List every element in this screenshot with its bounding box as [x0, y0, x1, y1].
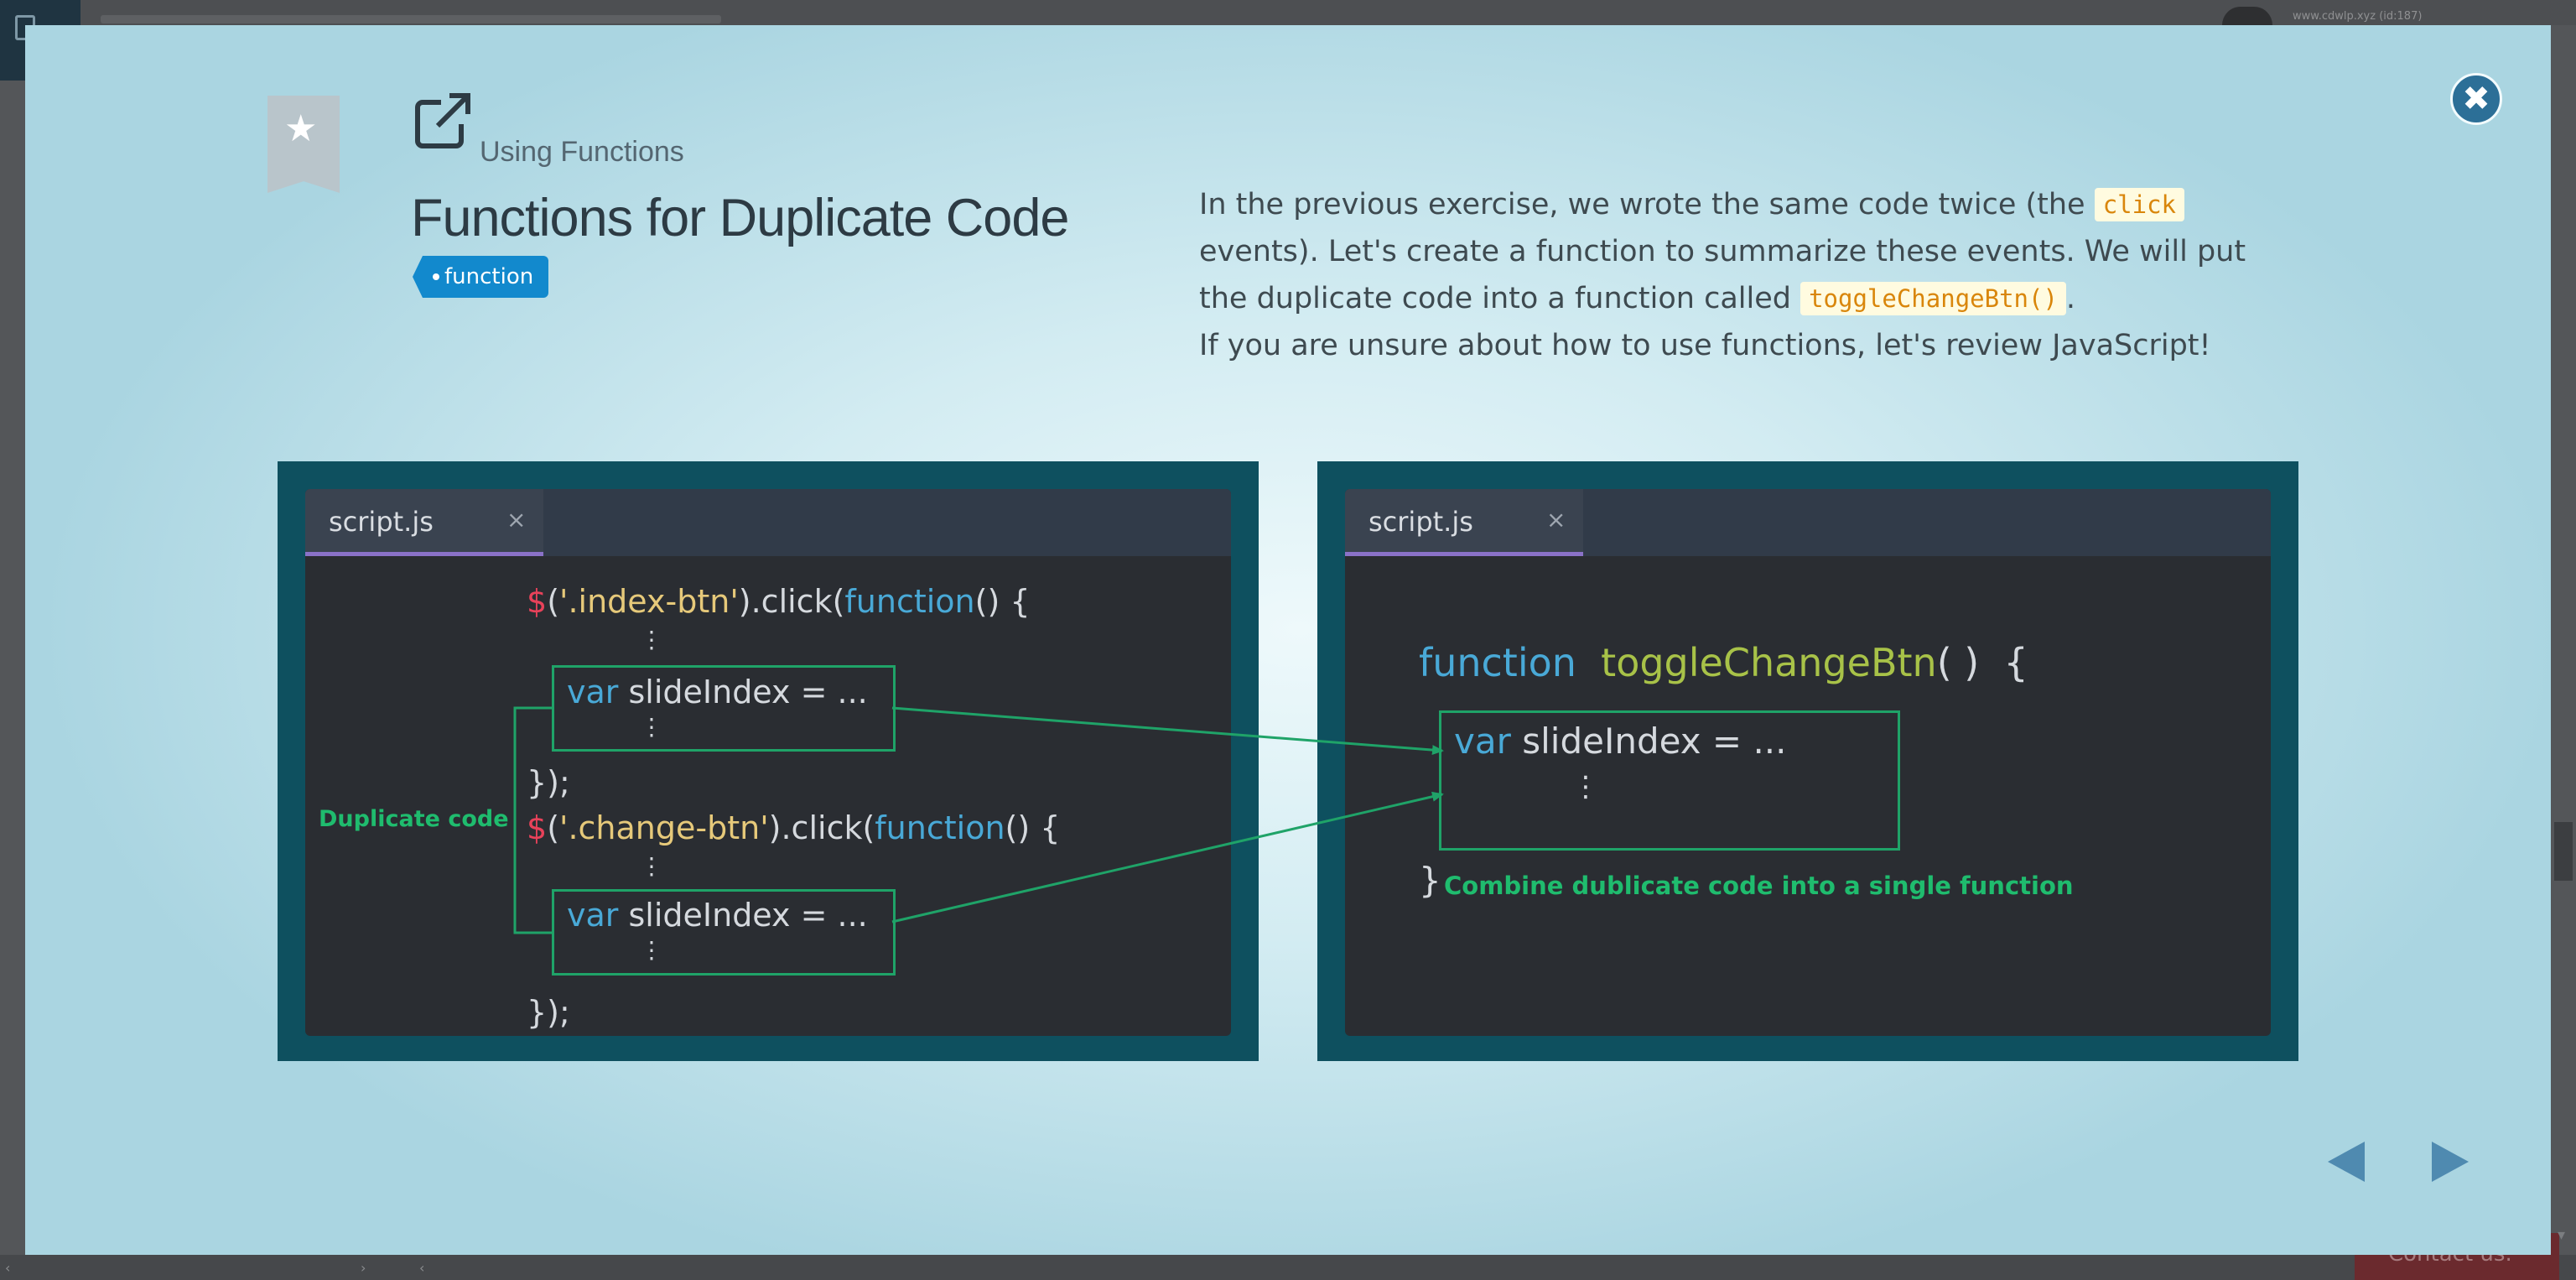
right-tab-filename: script.js — [1368, 506, 1473, 538]
duplicate-code-label: Duplicate code — [319, 806, 509, 832]
inline-code-toggle: toggleChangeBtn() — [1800, 282, 2066, 315]
scroll-left-icon-2: ‹ — [419, 1260, 425, 1276]
description-text-1: In the previous exercise, we wrote the s… — [1199, 188, 2095, 221]
duplicate-bracket — [513, 706, 552, 934]
external-link-icon — [415, 93, 470, 148]
right-editor-tab: script.js × — [1345, 489, 1583, 556]
lesson-description: In the previous exercise, we wrote the s… — [1199, 181, 2289, 369]
inline-code-click: click — [2094, 188, 2185, 221]
right-editor-tabbar: script.js × — [1345, 489, 2271, 556]
star-icon: ★ — [284, 107, 318, 150]
code-line-close-brace: } — [1419, 860, 1441, 901]
right-tab-close-icon: × — [1546, 506, 1566, 533]
previous-slide-button[interactable] — [2328, 1142, 2365, 1182]
combined-function-screenshot: script.js × function toggleChangeBtn( ) … — [1317, 461, 2298, 1061]
combine-label: Combine dublicate code into a single fun… — [1444, 872, 2074, 900]
scroll-left-icon: ‹ — [5, 1260, 11, 1276]
function-tag[interactable]: function — [413, 256, 549, 298]
background-bottom-bar: ‹ › ‹ — [0, 1255, 2576, 1280]
next-slide-button[interactable] — [2432, 1142, 2469, 1182]
section-label: Using Functions — [480, 136, 684, 168]
background-user-text: www.cdwlp.xyz (id:187) — [2293, 10, 2423, 23]
background-avatar — [2222, 7, 2272, 25]
code-line-var-combined: var slideIndex = ... — [1454, 721, 1787, 762]
description-text-3: . — [2065, 282, 2076, 315]
lesson-modal: ✖ ★ Using Functions Functions for Duplic… — [25, 25, 2551, 1255]
close-button[interactable]: ✖ — [2450, 73, 2502, 125]
description-text-2: events). Let's create a function to summ… — [1199, 235, 2246, 315]
left-editor: script.js × $('.index-btn').click(functi… — [305, 489, 1231, 1036]
right-editor: script.js × function toggleChangeBtn( ) … — [1345, 489, 2271, 1036]
right-vdots: ⋮ — [1571, 770, 1600, 804]
bookmark-button[interactable]: ★ — [267, 96, 340, 193]
page-title: Functions for Duplicate Code — [411, 189, 1069, 247]
code-line-function-decl: function toggleChangeBtn( ) { — [1419, 640, 2028, 685]
background-search-bar — [101, 15, 721, 23]
scroll-right-icon: › — [361, 1260, 366, 1276]
scroll-down-icon[interactable]: ▾ — [2558, 1226, 2565, 1244]
duplicate-code-screenshot: script.js × $('.index-btn').click(functi… — [278, 461, 1259, 1061]
description-text-4: If you are unsure about how to use funct… — [1199, 329, 2211, 362]
background-scrollbar[interactable] — [2554, 822, 2573, 881]
